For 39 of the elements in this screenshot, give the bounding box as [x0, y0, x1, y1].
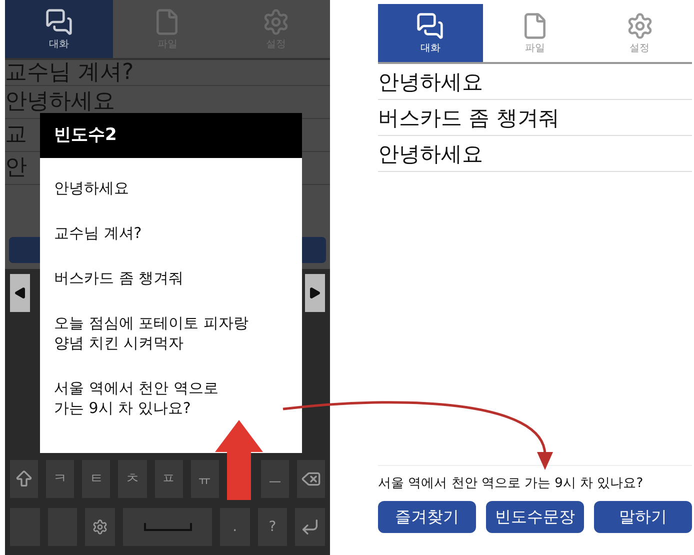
- chat-bubbles-icon: [45, 8, 74, 36]
- left-triangle-icon: [14, 287, 26, 299]
- shift-icon: [14, 469, 34, 489]
- settings-icon: [92, 519, 108, 535]
- keyboard-key[interactable]: ?: [256, 507, 288, 547]
- right-arrow-key[interactable]: [304, 273, 326, 313]
- sentence-item[interactable]: 서울 역에서 천안 역으로 가는 9시 차 있나요?: [54, 378, 288, 418]
- tab[interactable]: 설정: [587, 4, 692, 62]
- keyboard-key[interactable]: ㅠ: [190, 459, 220, 499]
- keyboard-key[interactable]: ㅊ: [117, 459, 148, 499]
- keyboard-key[interactable]: ㅡ: [260, 459, 290, 499]
- tab[interactable]: 대화: [378, 4, 483, 62]
- settings-key[interactable]: [84, 507, 116, 547]
- keyboard-key[interactable]: ㅋ: [45, 459, 76, 499]
- settings-icon: [626, 12, 654, 40]
- dialog-title: 빈도수2: [40, 113, 302, 158]
- left-arrow-key[interactable]: [9, 273, 31, 313]
- shift-key[interactable]: [9, 459, 40, 499]
- action-button[interactable]: 말하기: [594, 501, 692, 533]
- settings-icon: [262, 8, 290, 36]
- action-button[interactable]: 빈도수문장: [486, 501, 584, 533]
- backspace-key[interactable]: [296, 459, 326, 499]
- sentence-item[interactable]: 버스카드 좀 챙겨줘: [54, 268, 288, 288]
- right-triangle-icon: [309, 287, 321, 299]
- tab[interactable]: 파일: [482, 4, 588, 62]
- message-text: 교수님 계셔?: [5, 60, 330, 86]
- chat-bubbles-icon: [416, 12, 444, 40]
- message-text: 버스카드 좀 챙겨줘: [378, 100, 692, 136]
- action-button[interactable]: 즐겨찾기: [378, 501, 476, 533]
- keyboard-key[interactable]: ㅍ: [154, 459, 184, 499]
- keyboard-key[interactable]: ㅌ: [81, 459, 112, 499]
- enter-key[interactable]: [294, 507, 326, 547]
- message-text: 안녕하세요: [378, 64, 692, 100]
- message-text: 안녕하세요: [378, 136, 692, 172]
- keyboard-key[interactable]: .: [219, 507, 251, 547]
- enter-icon: [300, 517, 320, 537]
- sentence-item[interactable]: 오늘 점심에 포테이토 피자랑 양념 치킨 시켜먹자: [54, 313, 288, 353]
- tab[interactable]: 대화: [5, 0, 114, 58]
- sentence-item[interactable]: 교수님 계셔?: [54, 223, 288, 243]
